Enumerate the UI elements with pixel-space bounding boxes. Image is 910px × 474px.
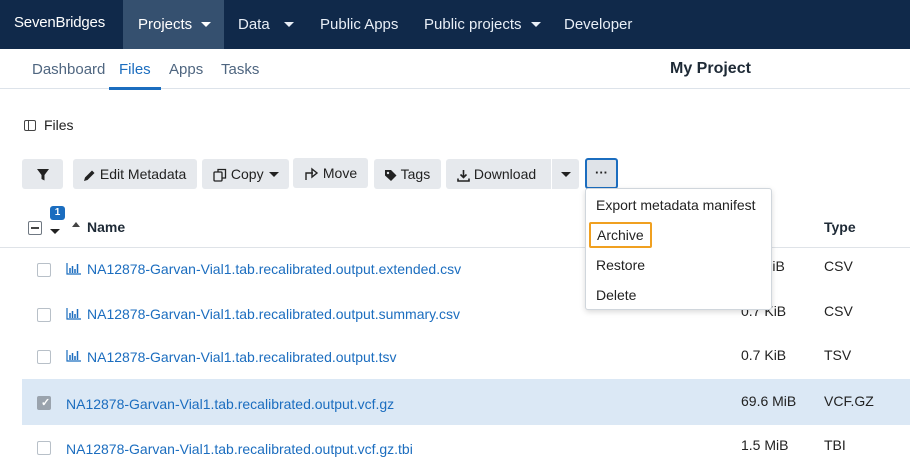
sort-ascending-icon[interactable] xyxy=(72,222,80,227)
tab-files[interactable]: Files xyxy=(109,61,161,90)
file-type: TSV xyxy=(824,347,852,363)
tab-tasks[interactable]: Tasks xyxy=(221,61,259,78)
tags-label: Tags xyxy=(400,166,431,182)
download-options-button[interactable] xyxy=(552,159,579,189)
table-row[interactable]: NA12878-Garvan-Vial1.tab.recalibrated.ou… xyxy=(22,337,910,383)
files-section-header: Files xyxy=(24,117,74,133)
chevron-down-icon xyxy=(50,228,60,234)
file-type: TBI xyxy=(824,437,846,453)
file-name-link[interactable]: NA12878-Garvan-Vial1.tab.recalibrated.ou… xyxy=(66,441,413,457)
move-icon xyxy=(305,167,319,181)
chevron-down-icon xyxy=(530,21,541,27)
edit-metadata-button[interactable]: Edit Metadata xyxy=(73,159,197,189)
table-header: Name Type xyxy=(0,208,910,248)
nav-public-apps-label: Public Apps xyxy=(320,16,399,33)
top-navbar: SevenBridges Projects Data Public Apps P… xyxy=(0,0,910,49)
sidebar-toggle-icon[interactable] xyxy=(24,120,36,131)
selection-menu-button[interactable] xyxy=(50,223,60,239)
copy-label: Copy xyxy=(230,166,264,182)
tags-button[interactable]: Tags xyxy=(374,159,441,189)
nav-data-label: Data xyxy=(238,16,270,33)
filter-icon xyxy=(36,169,49,181)
nav-projects-label: Projects xyxy=(138,16,193,33)
nav-data[interactable]: Data xyxy=(238,0,294,49)
table-row[interactable]: NA12878-Garvan-Vial1.tab.recalibrated.ou… xyxy=(22,425,910,471)
table-row[interactable]: NA12878-Garvan-Vial1.tab.recalibrated.ou… xyxy=(22,292,910,338)
menu-item-archive[interactable]: Archive xyxy=(589,222,652,248)
nav-developer-label: Developer xyxy=(564,16,633,33)
chevron-down-icon xyxy=(201,21,212,27)
bar-chart-icon xyxy=(66,308,81,320)
selected-count-badge: 1 xyxy=(50,206,65,220)
file-size: 69.6 MiB xyxy=(741,393,797,409)
bar-chart-icon xyxy=(66,350,81,362)
nav-projects[interactable]: Projects xyxy=(123,0,224,49)
project-title: My Project xyxy=(670,60,751,77)
file-type: CSV xyxy=(824,258,853,274)
file-name-link[interactable]: NA12878-Garvan-Vial1.tab.recalibrated.ou… xyxy=(87,349,396,365)
nav-developer[interactable]: Developer xyxy=(564,0,632,49)
tag-icon xyxy=(385,169,397,181)
table-row[interactable]: ✓ NA12878-Garvan-Vial1.tab.recalibrated.… xyxy=(22,379,910,425)
copy-button[interactable]: Copy xyxy=(202,159,289,189)
project-subnav: Dashboard Files Apps Tasks My Project xyxy=(0,49,910,90)
row-checkbox[interactable] xyxy=(37,350,51,364)
edit-metadata-label: Edit Metadata xyxy=(99,166,187,182)
file-size: 0.7 KiB xyxy=(741,347,787,363)
column-header-type[interactable]: Type xyxy=(824,219,856,235)
chevron-down-icon xyxy=(283,21,294,27)
column-header-name[interactable]: Name xyxy=(87,219,125,235)
select-all-checkbox[interactable] xyxy=(28,221,42,235)
tab-dashboard[interactable]: Dashboard xyxy=(32,61,105,78)
file-size: 1.5 MiB xyxy=(741,437,789,453)
file-type: VCF.GZ xyxy=(824,393,874,409)
pencil-icon xyxy=(84,170,95,181)
chevron-down-icon xyxy=(268,171,279,177)
row-checkbox[interactable]: ✓ xyxy=(37,396,51,410)
row-checkbox[interactable] xyxy=(37,263,51,277)
bar-chart-icon xyxy=(66,263,81,275)
menu-item-export-metadata-manifest[interactable]: Export metadata manifest xyxy=(596,197,756,213)
download-icon xyxy=(457,169,470,182)
brand-logo[interactable]: SevenBridges xyxy=(14,14,105,31)
menu-item-delete[interactable]: Delete xyxy=(596,287,636,303)
row-checkbox[interactable] xyxy=(37,441,51,455)
chevron-down-icon xyxy=(560,171,571,177)
nav-public-projects[interactable]: Public projects xyxy=(424,0,541,49)
file-name-link[interactable]: NA12878-Garvan-Vial1.tab.recalibrated.ou… xyxy=(87,306,460,322)
download-label: Download xyxy=(473,166,537,182)
table-row[interactable]: NA12878-Garvan-Vial1.tab.recalibrated.ou… xyxy=(22,247,910,293)
copy-icon xyxy=(213,169,227,182)
file-type: CSV xyxy=(824,303,853,319)
move-label: Move xyxy=(322,165,358,181)
row-checkbox[interactable] xyxy=(37,308,51,322)
more-actions-menu: Export metadata manifest Archive Restore… xyxy=(585,188,772,310)
file-name-link[interactable]: NA12878-Garvan-Vial1.tab.recalibrated.ou… xyxy=(87,261,461,277)
menu-item-restore[interactable]: Restore xyxy=(596,257,645,273)
nav-public-projects-label: Public projects xyxy=(424,16,522,33)
file-name-link[interactable]: NA12878-Garvan-Vial1.tab.recalibrated.ou… xyxy=(66,396,394,412)
tab-apps[interactable]: Apps xyxy=(169,61,203,78)
move-button[interactable]: Move xyxy=(293,158,368,188)
filter-button[interactable] xyxy=(22,159,63,189)
more-actions-label: ··· xyxy=(595,165,608,180)
files-heading: Files xyxy=(44,117,74,133)
more-actions-button[interactable]: ··· xyxy=(585,158,618,189)
nav-public-apps[interactable]: Public Apps xyxy=(320,0,398,49)
